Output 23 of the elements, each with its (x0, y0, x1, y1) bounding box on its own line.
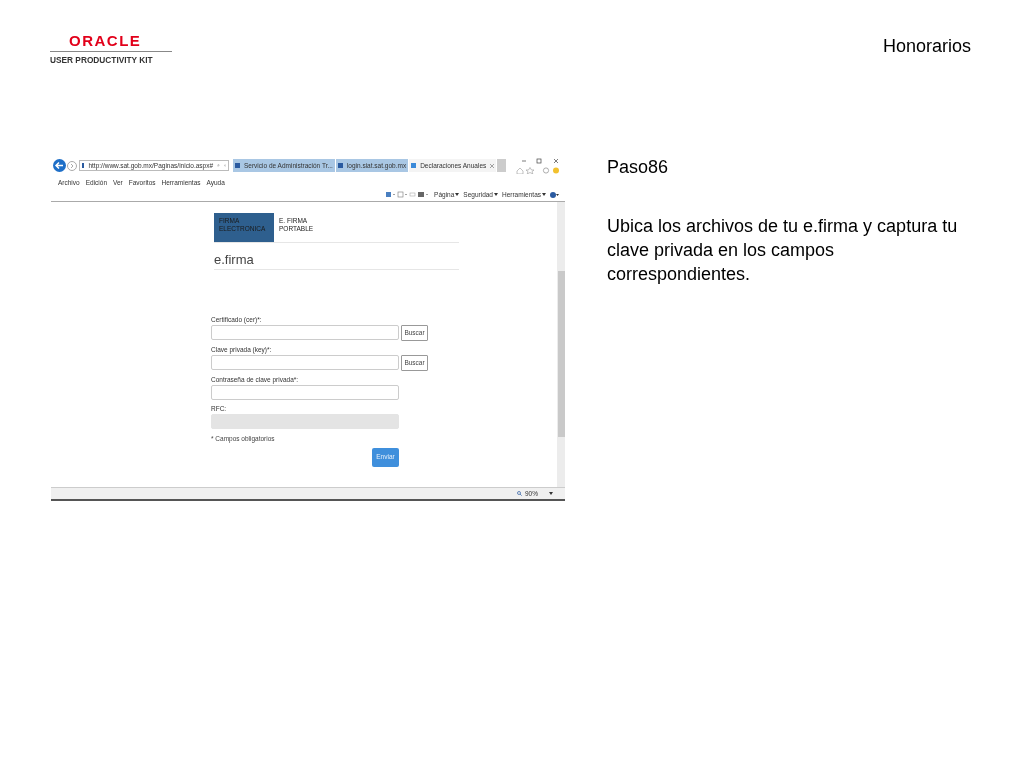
file-path-field[interactable] (211, 325, 399, 341)
caret-icon[interactable] (455, 193, 460, 197)
input-field[interactable] (211, 384, 399, 400)
toolbar-icons-drawing[interactable] (386, 191, 431, 199)
new-tab-button[interactable] (497, 159, 507, 173)
step-number: Paso86 (607, 156, 670, 179)
file-path-field[interactable] (211, 355, 399, 371)
browser-toolbar-icons-drawing[interactable] (516, 166, 560, 174)
forward-icon[interactable] (67, 160, 77, 171)
close-icon[interactable] (490, 163, 495, 168)
caret-icon[interactable] (494, 193, 498, 197)
scrollbar[interactable] (557, 201, 565, 488)
brand-logo-text: ORACLE (68, 33, 143, 48)
back-icon[interactable] (53, 159, 66, 173)
caret-icon[interactable] (542, 193, 546, 197)
window-controls-drawing[interactable] (520, 157, 560, 164)
document-title: Honorarios (882, 35, 971, 58)
instruction-text: Ubica los archivos de tu e.firma y captura tu clave privada en los campos correspondientes. (607, 215, 959, 286)
product-name: USER PRODUCTIVITY KIT (50, 55, 154, 65)
caret-icon[interactable] (549, 492, 553, 496)
zoom-icon[interactable] (517, 491, 522, 497)
help-icon[interactable] (550, 191, 559, 198)
page-heading: e.firma (214, 242, 459, 270)
